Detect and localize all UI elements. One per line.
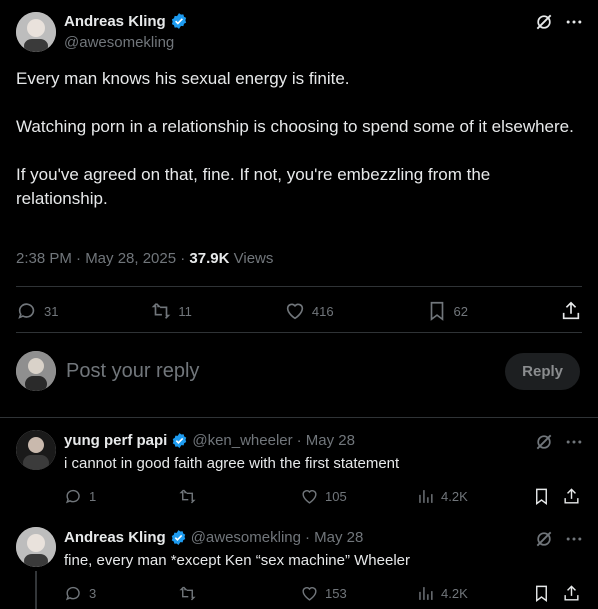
- bookmark-icon: [536, 585, 547, 602]
- share-action[interactable]: [562, 487, 581, 506]
- post-meta: 2:38 PM · May 28, 2025 · 37.9K Views: [16, 250, 273, 267]
- repost-icon: [179, 489, 196, 503]
- share-action[interactable]: [562, 584, 581, 603]
- verified-badge-icon: [171, 432, 188, 449]
- reply-count: 3: [89, 585, 97, 601]
- views-action[interactable]: 4.2K: [416, 487, 468, 506]
- post-top-icons: [534, 12, 584, 32]
- reply-author-handle[interactable]: @ken_wheeler: [192, 432, 292, 449]
- bookmark-icon: [430, 301, 443, 321]
- reply-action-bar: 3 153 4.2K: [64, 583, 582, 603]
- more-options-icon[interactable]: [564, 529, 584, 549]
- reply-icon: [65, 586, 80, 600]
- reply-count: 31: [44, 303, 59, 319]
- views-count: 37.9K: [189, 250, 230, 267]
- more-options-icon[interactable]: [564, 432, 584, 452]
- reply-button[interactable]: Reply: [505, 352, 580, 390]
- share-icon: [564, 487, 579, 504]
- reply-icon: [65, 489, 80, 503]
- repost-action[interactable]: 11: [150, 300, 192, 322]
- share-action[interactable]: [560, 300, 582, 322]
- views-action[interactable]: 4.2K: [416, 584, 468, 603]
- reply-header: Andreas Kling @awesomekling · May 28: [64, 529, 363, 546]
- bookmark-icon: [536, 488, 547, 505]
- bookmark-action[interactable]: [532, 584, 551, 603]
- reply-date[interactable]: · May 28: [305, 529, 363, 546]
- divider: [16, 332, 582, 333]
- analytics-icon: [419, 586, 433, 600]
- repost-count: 11: [178, 303, 192, 319]
- post-paragraph: Watching porn in a relationship is choos…: [16, 117, 574, 136]
- reply-action[interactable]: 1: [64, 487, 96, 506]
- verified-badge-icon: [170, 12, 188, 30]
- views-label: Views: [233, 250, 274, 267]
- like-count: 105: [325, 488, 347, 504]
- author-name-row[interactable]: Andreas Kling: [64, 12, 188, 30]
- reply-author-name[interactable]: Andreas Kling: [64, 529, 166, 546]
- like-action[interactable]: 416: [284, 300, 334, 322]
- thread-line: [35, 571, 37, 609]
- post-paragraph: If you've agreed on that, fine. If not, …: [16, 165, 491, 208]
- divider: [16, 286, 582, 287]
- reply-author-handle[interactable]: @awesomekling: [191, 529, 301, 546]
- bookmark-action[interactable]: [532, 487, 551, 506]
- reply-action[interactable]: 3: [64, 584, 96, 603]
- author-avatar[interactable]: [16, 12, 56, 52]
- reply-top-icons: [534, 432, 584, 452]
- current-user-avatar[interactable]: [16, 351, 56, 391]
- bookmark-count: 62: [453, 303, 468, 319]
- repost-action[interactable]: [178, 584, 197, 603]
- reply-top-icons: [534, 529, 584, 549]
- reply-header: yung perf papi @ken_wheeler · May 28: [64, 432, 355, 449]
- post-body: Every man knows his sexual energy is fin…: [16, 67, 576, 235]
- post-paragraph: Every man knows his sexual energy is fin…: [16, 69, 350, 88]
- heart-icon: [302, 586, 317, 601]
- like-action[interactable]: 105: [300, 487, 347, 506]
- like-count: 416: [311, 303, 334, 319]
- grok-icon[interactable]: [534, 432, 554, 452]
- reply-count: 1: [89, 488, 97, 504]
- divider: [0, 417, 598, 418]
- repost-icon: [152, 303, 171, 319]
- reply-text: fine, every man *except Ken “sex machine…: [64, 552, 410, 569]
- more-options-icon[interactable]: [564, 12, 584, 32]
- reply-author-name[interactable]: yung perf papi: [64, 432, 167, 449]
- views-count: 4.2K: [441, 585, 468, 601]
- like-action[interactable]: 153: [300, 584, 347, 603]
- post-action-bar: 31 11 416 62: [16, 298, 582, 324]
- heart-icon: [302, 489, 317, 504]
- reply-date[interactable]: · May 28: [297, 432, 355, 449]
- author-handle[interactable]: @awesomekling: [64, 34, 174, 51]
- reply-action-bar: 1 105 4.2K: [64, 486, 582, 506]
- views-count: 4.2K: [441, 488, 468, 504]
- reply-composer: Post your reply Reply: [16, 350, 580, 392]
- grok-icon[interactable]: [534, 12, 554, 32]
- author-name[interactable]: Andreas Kling: [64, 13, 166, 30]
- reply-avatar[interactable]: [16, 527, 56, 567]
- repost-icon: [179, 586, 196, 600]
- like-count: 153: [325, 585, 347, 601]
- grok-icon[interactable]: [534, 529, 554, 549]
- heart-icon: [286, 303, 304, 320]
- reply-icon: [18, 303, 35, 319]
- analytics-icon: [419, 489, 433, 503]
- reply-action[interactable]: 31: [16, 300, 58, 322]
- reply-avatar[interactable]: [16, 430, 56, 470]
- reply-input[interactable]: Post your reply: [66, 360, 505, 383]
- bookmark-action[interactable]: 62: [426, 300, 468, 322]
- repost-action[interactable]: [178, 487, 197, 506]
- share-icon: [562, 301, 580, 320]
- reply-text: i cannot in good faith agree with the fi…: [64, 455, 400, 472]
- verified-badge-icon: [170, 529, 187, 546]
- share-icon: [564, 584, 579, 601]
- post-timestamp[interactable]: 2:38 PM · May 28, 2025 ·: [16, 250, 185, 267]
